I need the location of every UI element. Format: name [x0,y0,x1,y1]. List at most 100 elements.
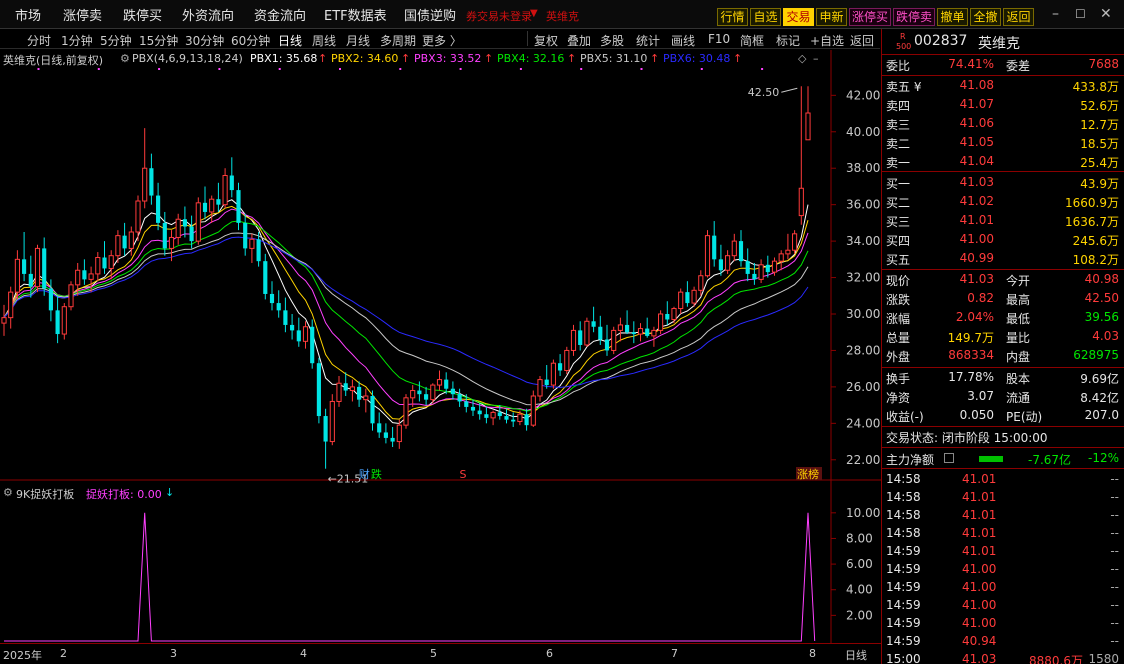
candle-body [450,388,455,395]
candle [678,288,684,314]
settings-icon[interactable]: ⚙ [3,486,13,499]
candle-body [34,247,41,288]
candle [283,297,288,333]
stat-row: 换手 17.78% 股本 9.69亿 [882,369,1124,387]
tick-row: 14:58 41.01 -- [882,525,1124,543]
candle [785,233,791,260]
candle [558,354,563,376]
ask-row: 卖五 ¥ 41.08 433.8万 [882,77,1124,95]
tick-time: 14:59 [886,544,921,558]
candle [570,324,577,356]
candle [578,321,583,351]
stat-label: 收益(-) [886,410,924,424]
signal-dot [278,68,281,70]
tick-time: 14:58 [886,508,921,522]
close-icon[interactable]: ✕ [1100,6,1112,22]
candle-body [704,235,711,277]
candle-body [417,390,422,395]
candle [310,319,315,369]
stat-label: 最低 [1006,312,1031,326]
tick-price: 41.01 [962,544,997,558]
signal-dot [158,68,161,70]
candle-body [444,379,449,389]
candle-body [48,288,53,311]
btn-cancel-order[interactable]: 撤单 [937,8,968,26]
candle-body [745,261,750,274]
bid-price: 41.01 [959,213,994,227]
candle [243,213,248,256]
candle-body [202,202,208,212]
bid-price: 41.00 [959,232,994,246]
tick-volume: -- [1110,616,1119,630]
tick-volume: -- [1110,526,1119,540]
candle-body [464,401,469,407]
candle-body [584,320,590,346]
candle [209,195,215,223]
y-tick-label: 22.00 [846,453,880,467]
candle-body [82,270,87,280]
tick-row: 14:58 41.01 -- [882,507,1124,525]
candle-body [377,423,382,433]
tick-row: 14:59 41.00 -- [882,615,1124,633]
candle-body [718,259,723,271]
sub-y-tick-label: 2.00 [846,608,873,622]
btn-limit-down-sell[interactable]: 跌停卖 [893,8,935,26]
candle-body [410,390,416,399]
candle-body [798,187,804,217]
tick-price: 41.01 [962,526,997,540]
candle-body [8,291,14,319]
candle-body [168,236,175,249]
stat-value: 40.98 [1084,272,1119,286]
candle-body [558,363,563,371]
candle [611,326,617,355]
candle-body [182,219,187,227]
minimize-icon[interactable]: – [1052,6,1059,22]
candle [544,365,549,389]
candle-body [28,273,33,287]
candle [256,232,261,267]
stat-label: 现价 [886,274,911,288]
candle-body [544,379,549,386]
candle [738,230,744,267]
btn-back[interactable]: 返回 [1003,8,1034,26]
candle [457,388,462,407]
sub-indicator-name[interactable]: 9K捉妖打板 [16,486,74,502]
candle [236,182,241,231]
candle-body [771,260,778,273]
y-tick-label: 24.00 [846,416,880,430]
chart-canvas[interactable]: 42.00 40.00 38.00 36.00 34.00 32.00 30.00 28.00… [0,0,881,643]
bid-label: 买二 [886,196,911,210]
ask-label: 卖二 [886,137,911,151]
bid-row: 买一 41.03 43.9万 [882,174,1124,192]
candle [68,281,74,311]
candle [403,394,409,429]
weibi-label: 委比 [886,59,911,73]
bid-volume: 1636.7万 [1065,215,1119,229]
candle-body [424,394,429,400]
candle-body [403,397,409,426]
candle-body [316,363,321,417]
candle-body [162,222,167,249]
list-icon[interactable] [944,453,954,463]
main-flow-row: 主力净额 -7.67亿 -12% [882,450,1124,468]
candle [731,233,737,262]
candle [530,390,536,427]
pbx6-line [3,236,809,388]
stat-label: 涨幅 [886,312,911,326]
event-marker-s: S [460,468,467,481]
candle-body [645,328,650,336]
tick-price: 41.00 [962,562,997,576]
candle [14,250,20,300]
btn-cancel-all[interactable]: 全撤 [970,8,1001,26]
stock-header: R 500 002837 英维克 [882,32,1124,54]
stat-label: 流通 [1006,391,1031,405]
candle [269,281,275,311]
sub-indicator-arrow: ↓ [165,486,175,499]
stat-row: 涨跌 0.82 最高 42.50 [882,290,1124,308]
max-price-pointer [781,87,798,93]
restore-icon[interactable]: ☐ [1075,7,1086,21]
candle-body [222,175,228,206]
stat-value: 3.07 [967,389,994,403]
tick-price: 41.01 [962,508,997,522]
stat-value: 41.03 [959,272,994,286]
